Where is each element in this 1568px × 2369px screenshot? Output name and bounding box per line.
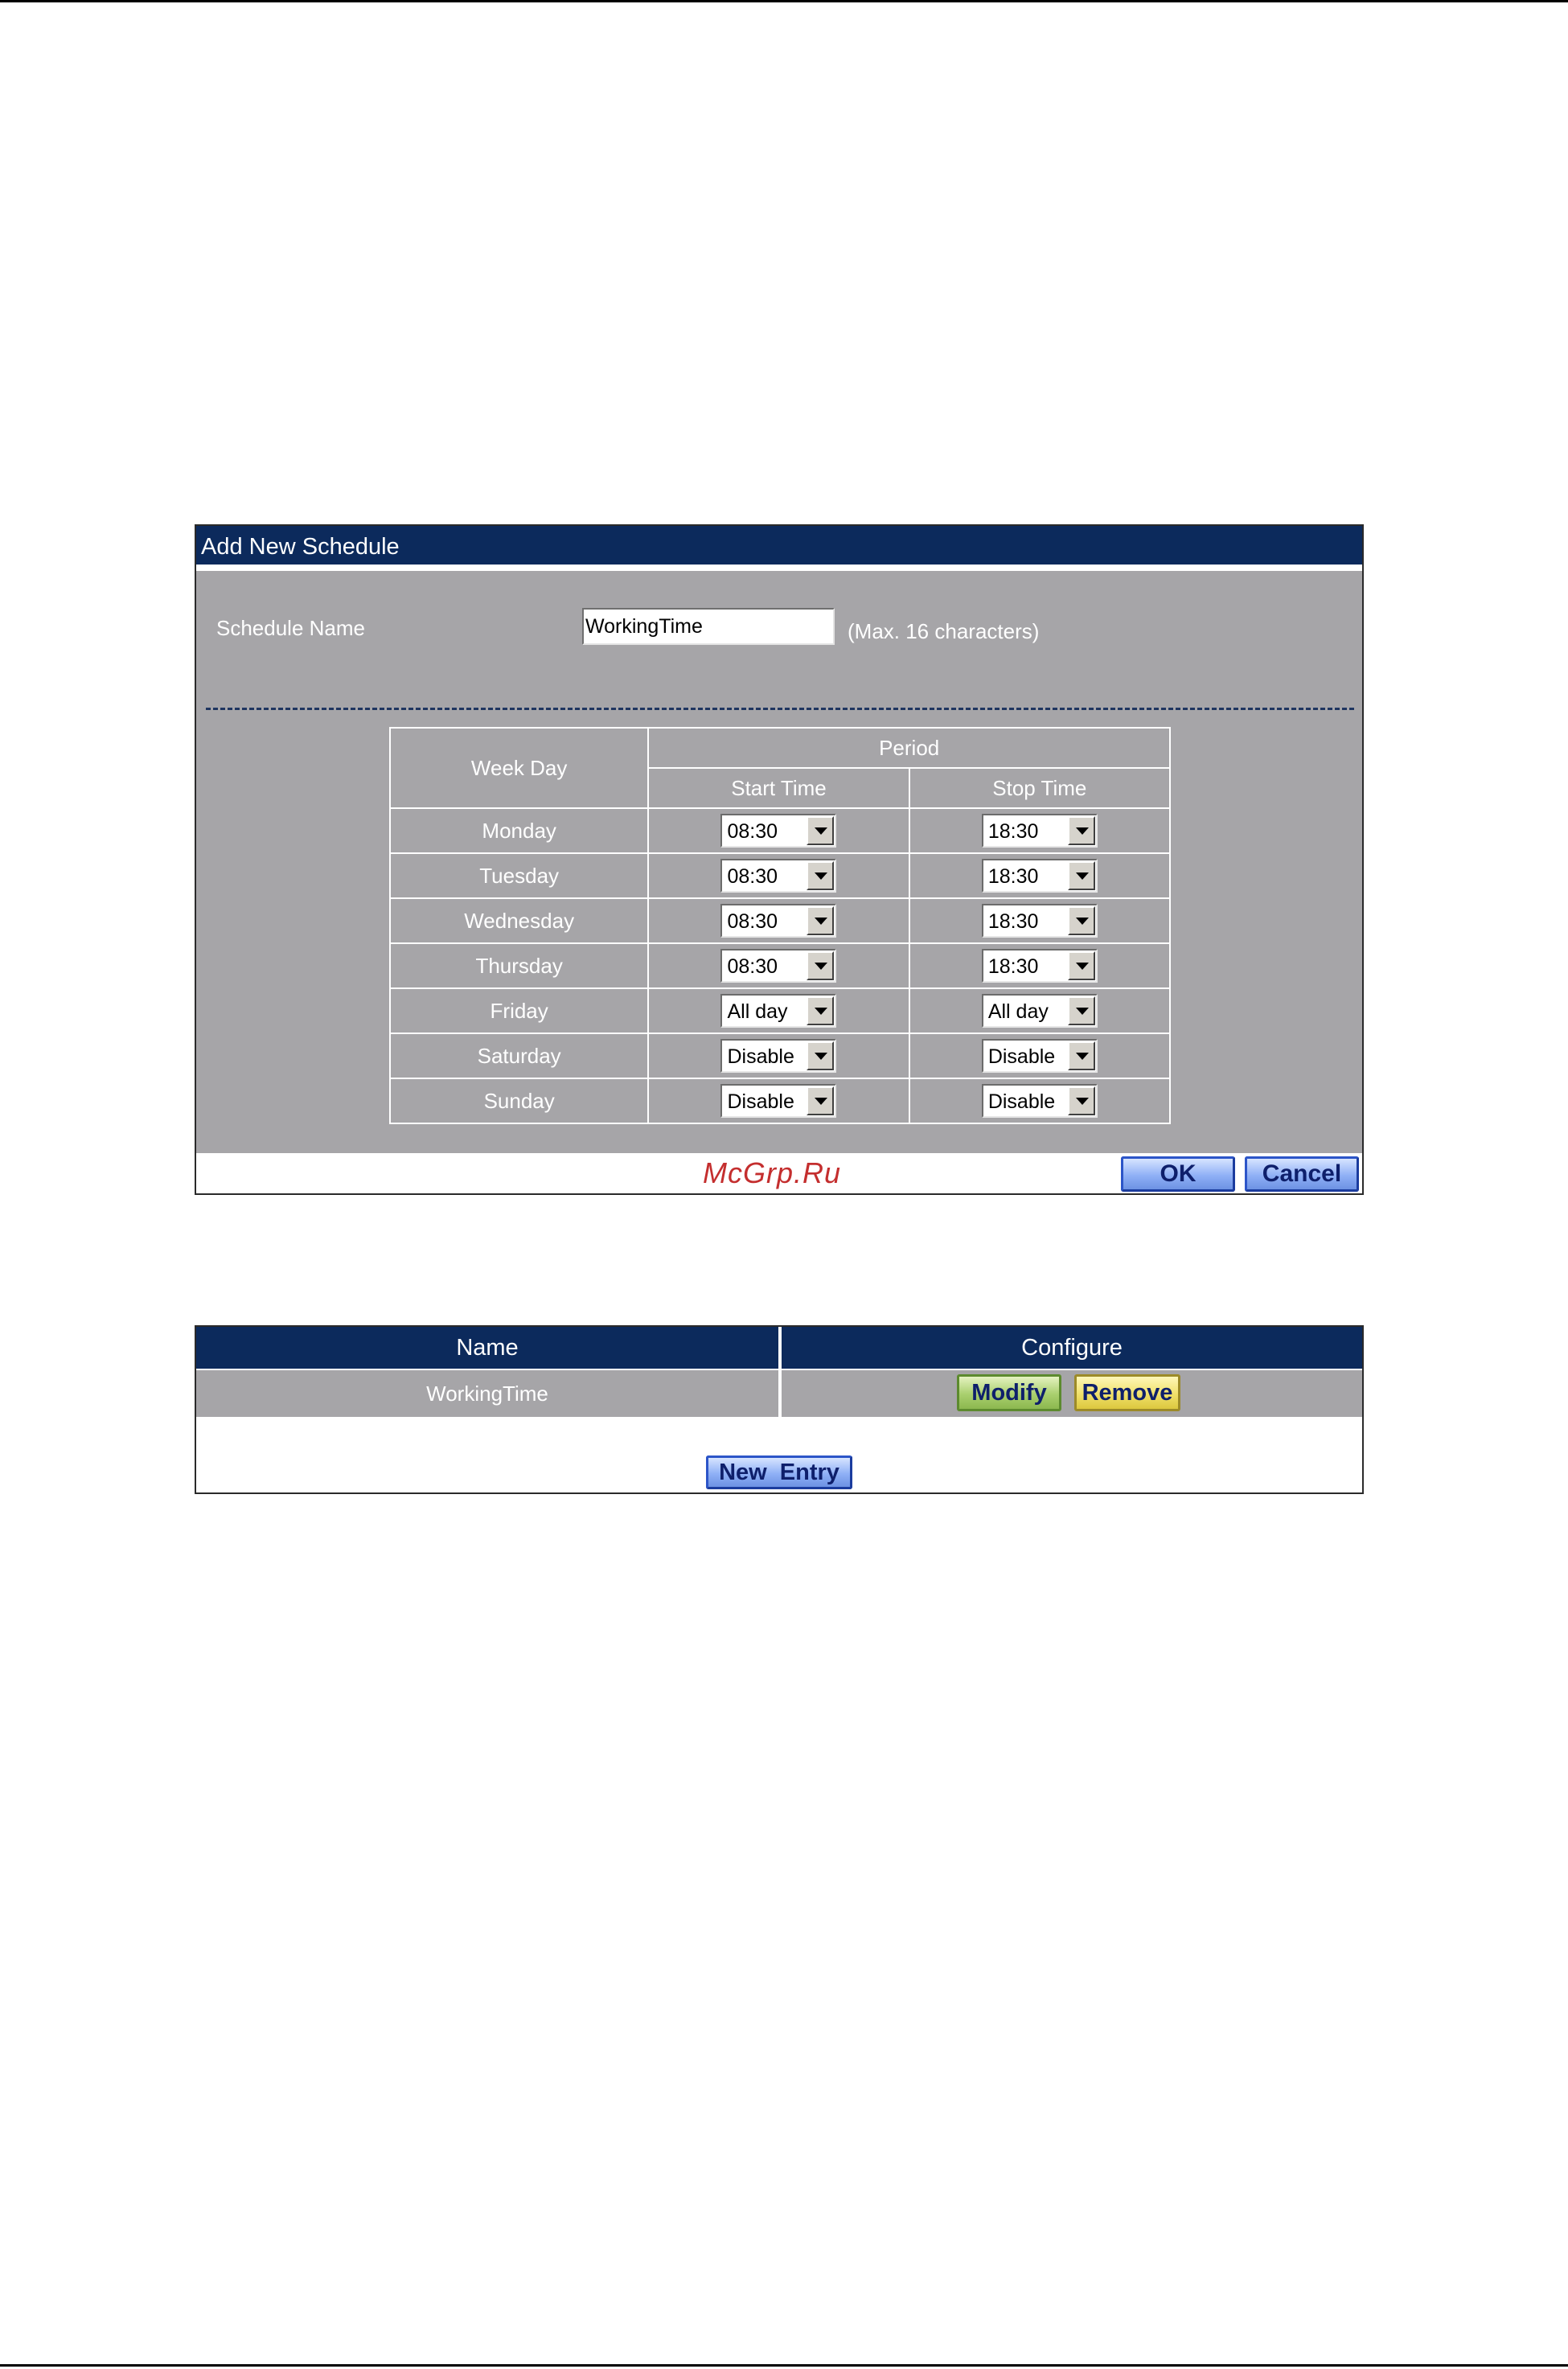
stop-time-select[interactable]: 18:30 <box>981 859 1098 893</box>
stop-time-select[interactable]: Disable <box>981 1084 1098 1118</box>
start-time-value: Disable <box>727 1045 794 1068</box>
weekday-label: Wednesday <box>388 897 650 944</box>
start-time-select[interactable]: 08:30 <box>720 814 837 848</box>
schedule-row-friday: Friday All day All day <box>388 987 1172 1034</box>
cancel-button[interactable]: Cancel <box>1245 1156 1359 1192</box>
start-time-select[interactable]: 08:30 <box>720 949 837 983</box>
start-time-select[interactable]: All day <box>720 994 837 1028</box>
panel-title: Add New Schedule <box>201 534 400 560</box>
dropdown-button[interactable] <box>1067 816 1095 845</box>
schedule-row-wednesday: Wednesday 08:30 18:30 <box>388 897 1172 944</box>
chevron-down-icon <box>815 827 828 835</box>
start-time-value: 08:30 <box>727 955 778 978</box>
modify-button[interactable]: Modify <box>957 1374 1061 1411</box>
configure-column-header: Configure <box>1021 1335 1123 1361</box>
name-column-header: Name <box>456 1335 519 1361</box>
schedule-row-saturday: Saturday Disable Disable <box>388 1033 1172 1079</box>
start-time-value: Disable <box>727 1090 794 1113</box>
stop-time-header: Stop Time <box>908 767 1172 809</box>
chevron-down-icon <box>1075 1008 1089 1015</box>
chevron-down-icon <box>815 1053 828 1060</box>
chevron-down-icon <box>815 872 828 880</box>
chevron-down-icon <box>1075 872 1089 880</box>
schedule-name-input[interactable] <box>582 608 835 645</box>
chevron-down-icon <box>1075 963 1089 970</box>
weekday-label: Tuesday <box>388 852 650 899</box>
dropdown-button[interactable] <box>807 861 835 890</box>
weekday-header: Week Day <box>388 727 650 809</box>
dropdown-button[interactable] <box>1067 951 1095 980</box>
chevron-down-icon <box>1075 827 1089 835</box>
chevron-down-icon <box>815 918 828 925</box>
schedule-table: Week Day Period Start Time Stop Time Mon… <box>388 727 1172 1124</box>
dropdown-button[interactable] <box>1067 906 1095 935</box>
start-time-header: Start Time <box>647 767 910 809</box>
period-header: Period <box>647 727 1171 769</box>
schedule-name-hint: (Max. 16 characters) <box>848 619 1040 643</box>
weekday-label: Saturday <box>388 1033 650 1079</box>
schedule-row-thursday: Thursday 08:30 18:30 <box>388 942 1172 989</box>
start-time-select[interactable]: Disable <box>720 1039 837 1073</box>
dropdown-button[interactable] <box>807 996 835 1025</box>
remove-button[interactable]: Remove <box>1074 1374 1180 1411</box>
chevron-down-icon <box>1075 1098 1089 1105</box>
column-separator <box>778 1327 782 1417</box>
chevron-down-icon <box>815 1098 828 1105</box>
panel-header: Add New Schedule <box>196 526 1362 568</box>
dropdown-button[interactable] <box>807 906 835 935</box>
stop-time-value: Disable <box>987 1090 1056 1113</box>
new-entry-button[interactable]: New Entry <box>706 1455 852 1489</box>
start-time-select[interactable]: 08:30 <box>720 904 837 938</box>
ok-button[interactable]: OK <box>1121 1156 1235 1192</box>
stop-time-value: 18:30 <box>987 820 1039 843</box>
bottom-rule <box>0 2364 1568 2367</box>
dropdown-button[interactable] <box>807 1041 835 1070</box>
stop-time-select[interactable]: 18:30 <box>981 904 1098 938</box>
stop-time-select[interactable]: All day <box>981 994 1098 1028</box>
weekday-label: Friday <box>388 987 650 1034</box>
schedule-row-tuesday: Tuesday 08:30 18:30 <box>388 852 1172 899</box>
stop-time-select[interactable]: 18:30 <box>981 814 1098 848</box>
dropdown-button[interactable] <box>1067 996 1095 1025</box>
weekday-label: Thursday <box>388 942 650 989</box>
stop-time-value: 18:30 <box>987 910 1039 933</box>
schedule-name-cell: WorkingTime <box>426 1382 548 1406</box>
panel-body: Schedule Name (Max. 16 characters) Week … <box>196 571 1362 1153</box>
stop-time-value: All day <box>987 1000 1049 1023</box>
stop-time-value: 18:30 <box>987 865 1039 888</box>
schedule-row-sunday: Sunday Disable Disable <box>388 1078 1172 1124</box>
dropdown-button[interactable] <box>1067 1086 1095 1115</box>
start-time-value: 08:30 <box>727 865 778 888</box>
start-time-value: 08:30 <box>727 820 778 843</box>
dropdown-button[interactable] <box>1067 861 1095 890</box>
schedule-name-label: Schedule Name <box>216 616 365 640</box>
dashed-divider <box>206 708 1354 710</box>
watermark: McGrp.Ru <box>703 1156 842 1189</box>
dropdown-button[interactable] <box>1067 1041 1095 1070</box>
stop-time-select[interactable]: 18:30 <box>981 949 1098 983</box>
schedule-list: Name Configure WorkingTime Modify Remove… <box>195 1325 1364 1494</box>
start-time-value: 08:30 <box>727 910 778 933</box>
stop-time-value: 18:30 <box>987 955 1039 978</box>
chevron-down-icon <box>1075 918 1089 925</box>
weekday-label: Monday <box>388 807 650 854</box>
start-time-value: All day <box>727 1000 788 1023</box>
chevron-down-icon <box>815 1008 828 1015</box>
add-schedule-panel: Add New Schedule Schedule Name (Max. 16 … <box>195 524 1364 1195</box>
start-time-select[interactable]: Disable <box>720 1084 837 1118</box>
dropdown-button[interactable] <box>807 1086 835 1115</box>
start-time-select[interactable]: 08:30 <box>720 859 837 893</box>
chevron-down-icon <box>815 963 828 970</box>
stop-time-value: Disable <box>987 1045 1056 1068</box>
dropdown-button[interactable] <box>807 816 835 845</box>
dropdown-button[interactable] <box>807 951 835 980</box>
stop-time-select[interactable]: Disable <box>981 1039 1098 1073</box>
weekday-label: Sunday <box>388 1078 650 1124</box>
top-rule <box>0 0 1568 2</box>
schedule-row-monday: Monday 08:30 18:30 <box>388 807 1172 854</box>
chevron-down-icon <box>1075 1053 1089 1060</box>
